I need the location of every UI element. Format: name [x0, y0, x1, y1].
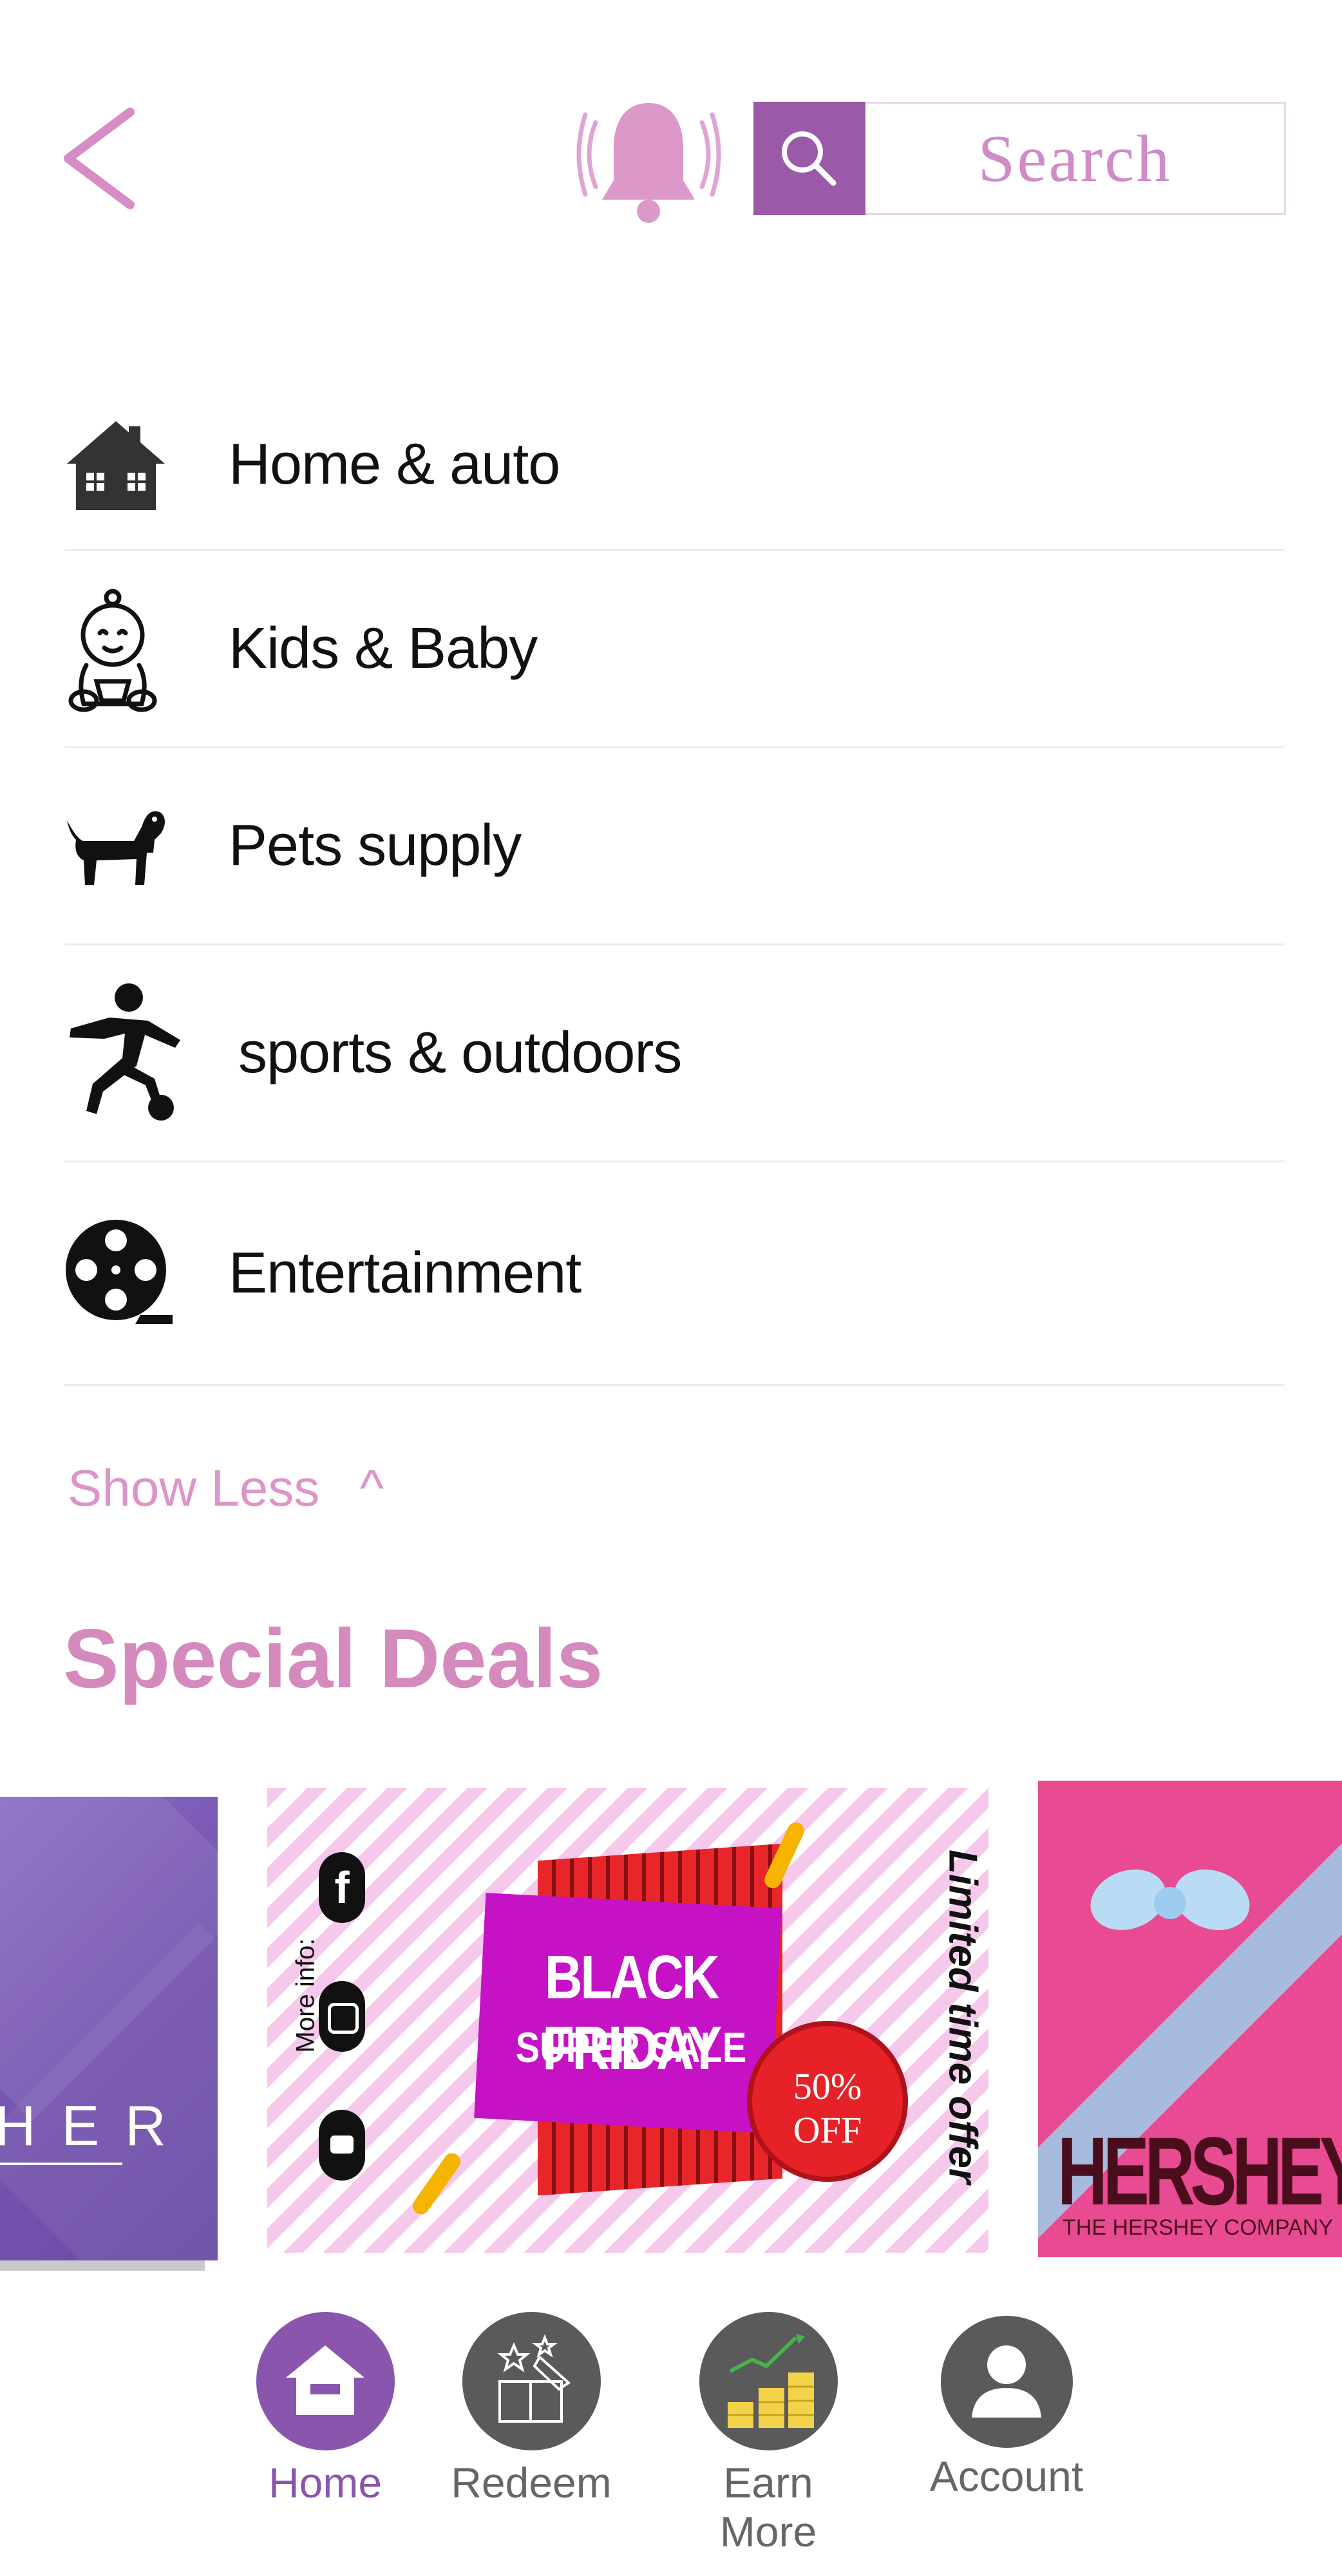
section-title-special-deals: Special Deals: [63, 1611, 603, 1705]
category-item-home-auto[interactable]: Home & auto: [64, 380, 1285, 551]
category-item-entertainment[interactable]: Entertainment: [64, 1162, 1285, 1386]
category-label: Kids & Baby: [229, 616, 538, 681]
category-item-pets-supply[interactable]: Pets supply: [64, 748, 1285, 945]
nav-account[interactable]: Account: [913, 2312, 1100, 2501]
nav-label: Account: [929, 2452, 1084, 2500]
category-label: Pets supply: [229, 813, 522, 878]
deal-card-black-friday[interactable]: More info: f BLACK FRIDAY SUPER SALE 50%…: [267, 1788, 988, 2253]
deal-card-voucher[interactable]: HER: [0, 1797, 218, 2260]
nav-label: Redeem: [451, 2459, 612, 2506]
hershey-company: THE HERSHEY COMPANY: [1063, 2215, 1334, 2240]
gift-box-icon: [462, 2312, 601, 2450]
nav-home[interactable]: Home: [232, 2312, 419, 2507]
voucher-text: HER: [0, 2094, 192, 2157]
search-bar: [753, 102, 1288, 215]
soccer-player-icon: [64, 982, 229, 1124]
more-info-label: More info:: [291, 1938, 320, 2053]
home-icon: [256, 2312, 395, 2450]
facebook-icon[interactable]: f: [319, 1852, 365, 1923]
search-icon: [782, 131, 836, 186]
chevron-left-icon: [64, 108, 135, 209]
category-label: Entertainment: [229, 1240, 581, 1305]
super-sale-subline: SUPER SALE: [515, 2023, 747, 2071]
user-icon: [940, 2316, 1073, 2448]
show-less-button[interactable]: Show Less ^: [68, 1459, 384, 1518]
discount-percent: 50%: [793, 2065, 862, 2107]
deal-card-hershey[interactable]: HERSHEY THE HERSHEY COMPANY: [1038, 1781, 1342, 2257]
dog-icon: [64, 801, 229, 891]
instagram-icon[interactable]: [319, 1981, 365, 2052]
category-label: Home & auto: [229, 432, 560, 497]
nav-redeem[interactable]: Redeem: [438, 2312, 625, 2507]
bow-icon: [1082, 1852, 1258, 1980]
discount-badge: 50% OFF: [747, 2021, 908, 2182]
card-shadow: [0, 2260, 205, 2271]
discount-off: OFF: [793, 2109, 862, 2151]
category-label: sports & outdoors: [238, 1020, 682, 1085]
coins-chart-icon: [699, 2312, 838, 2450]
show-less-label: Show Less: [68, 1459, 320, 1517]
house-icon: [64, 413, 229, 516]
baby-icon: [64, 585, 229, 714]
hershey-brand: HERSHEY: [1057, 2117, 1342, 2225]
nav-label: Home: [268, 2459, 383, 2506]
notifications-button[interactable]: [576, 97, 721, 225]
search-button[interactable]: [753, 102, 865, 215]
category-item-kids-baby[interactable]: Kids & Baby: [64, 551, 1285, 748]
nav-earn-more[interactable]: Earn More: [675, 2312, 862, 2556]
limited-time-offer-text: Limited time offer: [940, 1849, 985, 2184]
youtube-icon[interactable]: [319, 2110, 365, 2181]
category-list: Home & auto Kids & Baby Pets supply spor…: [64, 380, 1285, 1386]
caret-up-icon: ^: [359, 1459, 384, 1517]
burst-decor: [409, 2150, 464, 2218]
bell-ringing-icon: [576, 103, 721, 223]
category-item-sports-outdoors[interactable]: sports & outdoors: [64, 945, 1285, 1162]
film-reel-icon: [64, 1218, 229, 1328]
back-button[interactable]: [58, 103, 148, 213]
search-input[interactable]: [865, 102, 1286, 215]
nav-label: Earn More: [719, 2459, 817, 2555]
